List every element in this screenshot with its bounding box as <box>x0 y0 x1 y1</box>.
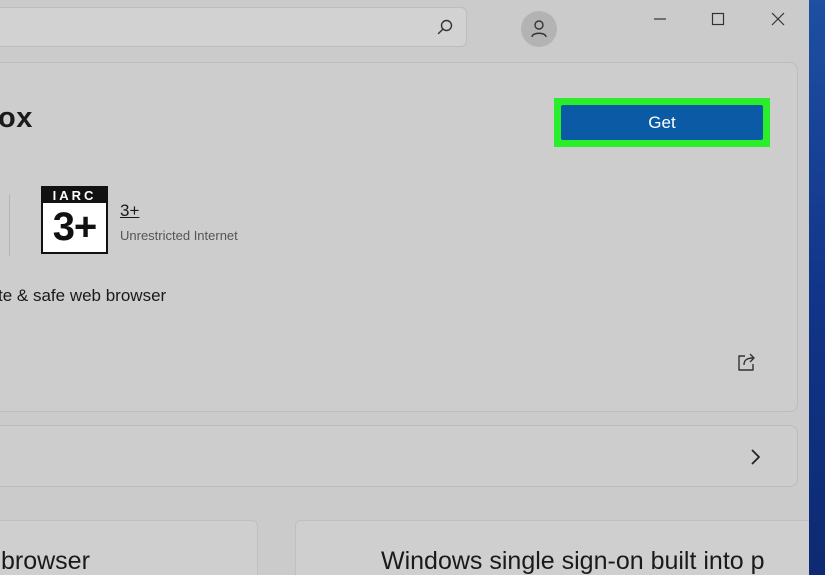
search-input[interactable] <box>0 7 467 47</box>
feature-card[interactable]: Windows single sign-on built into p <box>295 520 809 575</box>
feature-card[interactable]: browser <box>0 520 258 575</box>
store-window: ox Get IARC 3+ 3+ Unrestricted Internet … <box>0 0 809 575</box>
iarc-rating-badge: IARC 3+ <box>41 186 108 254</box>
app-title: ox <box>0 102 33 134</box>
maximize-button[interactable] <box>695 4 741 32</box>
feature-title: browser <box>1 547 90 575</box>
maximize-icon <box>711 12 725 26</box>
account-button[interactable] <box>521 11 557 47</box>
minimize-icon <box>654 18 666 20</box>
iarc-badge-label: IARC <box>43 188 106 203</box>
close-icon <box>771 12 785 26</box>
share-icon[interactable] <box>736 351 758 373</box>
feature-title: Windows single sign-on built into p <box>381 547 765 575</box>
desktop-background <box>809 0 825 575</box>
minimize-button[interactable] <box>637 4 683 32</box>
age-rating-link[interactable]: 3+ <box>120 201 139 221</box>
close-button[interactable] <box>755 4 801 32</box>
search-icon[interactable] <box>436 18 454 36</box>
iarc-badge-age: 3+ <box>52 205 98 249</box>
person-icon <box>531 20 547 38</box>
divider <box>9 194 10 256</box>
get-button[interactable]: Get <box>561 105 763 140</box>
expandable-row[interactable] <box>0 425 798 487</box>
app-tagline: te & safe web browser <box>0 286 167 305</box>
age-rating-description: Unrestricted Internet <box>120 228 238 243</box>
chevron-right-icon[interactable] <box>748 447 762 467</box>
